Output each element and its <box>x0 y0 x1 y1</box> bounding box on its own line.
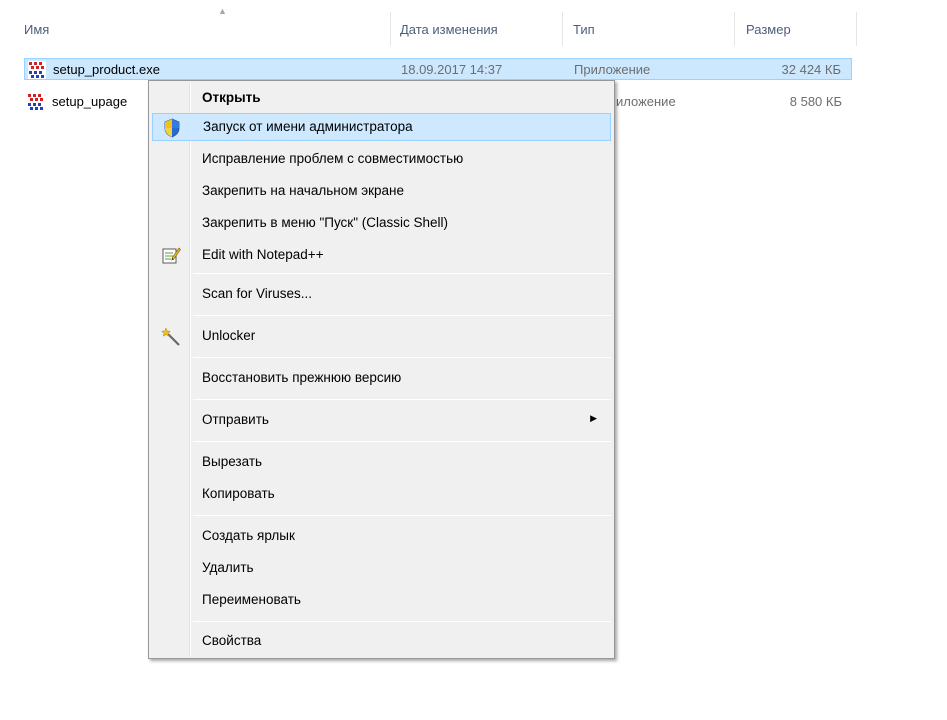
column-header-date[interactable]: Дата изменения <box>392 0 562 60</box>
file-type: Приложение <box>574 62 651 77</box>
menu-item-label: Запуск от имени администратора <box>203 119 413 134</box>
file-size: 8 580 КБ <box>789 94 842 109</box>
menu-item-scan-viruses[interactable]: Scan for Viruses... <box>152 280 611 308</box>
file-name: setup_upage <box>52 94 128 109</box>
menu-item-label: Вырезать <box>202 454 263 469</box>
column-divider[interactable] <box>734 12 735 46</box>
menu-item-delete[interactable]: Удалить <box>152 554 611 582</box>
menu-item-create-shortcut[interactable]: Создать ярлык <box>152 522 611 550</box>
menu-separator <box>193 273 611 274</box>
menu-item-label: Удалить <box>202 560 254 575</box>
sort-ascending-icon: ▲ <box>218 6 227 16</box>
menu-item-label: Unlocker <box>202 328 256 343</box>
menu-item-label: Scan for Viruses... <box>202 286 313 301</box>
menu-separator <box>193 315 611 316</box>
menu-item-rename[interactable]: Переименовать <box>152 586 611 614</box>
file-size: 32 424 КБ <box>781 62 841 77</box>
column-header-type[interactable]: Тип <box>564 0 734 60</box>
menu-item-label: Отправить <box>202 412 269 427</box>
menu-item-troubleshoot-compatibility[interactable]: Исправление проблем с совместимостью <box>152 145 611 173</box>
menu-separator <box>193 357 611 358</box>
menu-item-pin-to-start[interactable]: Закрепить на начальном экране <box>152 177 611 205</box>
menu-item-edit-notepadpp[interactable]: Edit with Notepad++ <box>152 241 611 269</box>
menu-item-run-as-admin[interactable]: Запуск от имени администратора <box>152 113 611 141</box>
menu-item-open[interactable]: Открыть <box>152 84 611 112</box>
menu-item-label: Открыть <box>202 90 261 105</box>
column-divider[interactable] <box>390 12 391 46</box>
file-type: иложение <box>616 94 676 109</box>
file-date: 18.09.2017 14:37 <box>401 62 503 77</box>
menu-separator <box>193 621 611 622</box>
column-date-label: Дата изменения <box>400 22 498 37</box>
menu-separator <box>193 399 611 400</box>
menu-item-label: Копировать <box>202 486 275 501</box>
menu-item-label: Закрепить в меню "Пуск" (Classic Shell) <box>202 215 449 230</box>
column-divider[interactable] <box>856 12 857 46</box>
menu-item-restore-previous-version[interactable]: Восстановить прежнюю версию <box>152 364 611 392</box>
column-size-label: Размер <box>746 22 791 37</box>
menu-item-label: Свойства <box>202 633 262 648</box>
unlocker-wand-icon <box>161 327 180 346</box>
context-menu: Открыть Запуск от имени администратора И… <box>148 80 615 659</box>
menu-item-label: Переименовать <box>202 592 301 607</box>
file-row[interactable]: setup_product.exe 18.09.2017 14:37 Прило… <box>24 58 852 80</box>
menu-item-label: Исправление проблем с совместимостью <box>202 151 464 166</box>
menu-item-label: Закрепить на начальном экране <box>202 183 405 198</box>
menu-item-pin-classic-shell[interactable]: Закрепить в меню "Пуск" (Classic Shell) <box>152 209 611 237</box>
menu-separator <box>193 515 611 516</box>
exe-installer-icon <box>27 93 45 111</box>
menu-item-send-to[interactable]: Отправить ▶ <box>152 406 611 434</box>
column-type-label: Тип <box>573 22 595 37</box>
submenu-arrow-icon: ▶ <box>590 413 597 423</box>
menu-item-properties[interactable]: Свойства <box>152 627 611 655</box>
menu-item-unlocker[interactable]: Unlocker <box>152 322 611 350</box>
column-divider[interactable] <box>562 12 563 46</box>
notepadpp-icon <box>162 247 181 264</box>
menu-item-label: Восстановить прежнюю версию <box>202 370 402 385</box>
menu-item-copy[interactable]: Копировать <box>152 480 611 508</box>
column-header-name[interactable]: Имя ▲ <box>20 0 390 60</box>
column-header-size[interactable]: Размер <box>736 0 856 60</box>
exe-installer-icon <box>28 61 46 79</box>
uac-shield-icon <box>164 118 180 138</box>
menu-item-label: Edit with Notepad++ <box>202 247 324 262</box>
menu-separator <box>193 441 611 442</box>
column-name-label: Имя <box>24 22 50 37</box>
menu-item-label: Создать ярлык <box>202 528 295 543</box>
file-name: setup_product.exe <box>53 62 160 77</box>
menu-item-cut[interactable]: Вырезать <box>152 448 611 476</box>
